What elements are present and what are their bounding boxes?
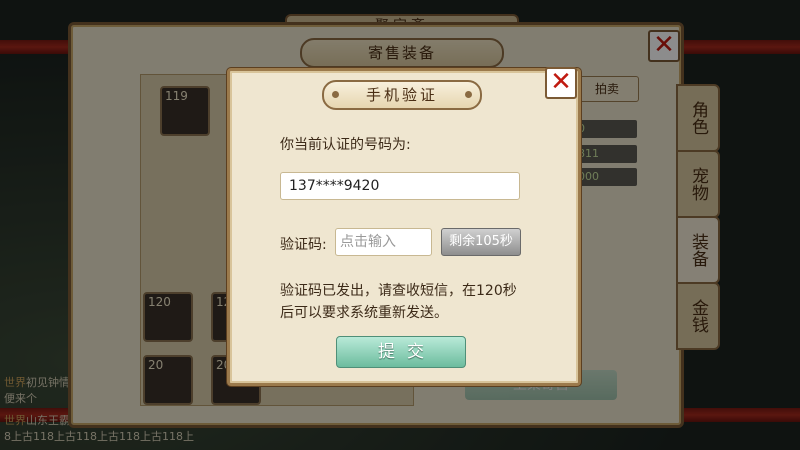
phone-label: 你当前认证的号码为: [280, 137, 411, 153]
sms-notice: 验证码已发出，请查收短信，在120秒 后可以要求系统重新发送。 [280, 280, 530, 324]
verification-code-input[interactable] [335, 228, 432, 256]
dialog-close-button[interactable]: ✕ [545, 67, 577, 99]
dialog-title: 手机验证 [322, 80, 482, 110]
sms-notice-line: 后可以要求系统重新发送。 [280, 305, 448, 321]
code-label: 验证码: [280, 237, 327, 253]
title-ornament [465, 91, 472, 98]
title-ornament [332, 91, 339, 98]
submit-button[interactable]: 提交 [336, 336, 466, 368]
sms-notice-line: 验证码已发出，请查收短信，在120秒 [280, 283, 517, 299]
close-icon: ✕ [550, 67, 572, 97]
resend-countdown-button[interactable]: 剩余105秒 [441, 228, 521, 256]
dialog-title-text: 手机验证 [365, 86, 438, 104]
phone-number-display: 137****9420 [280, 172, 520, 200]
